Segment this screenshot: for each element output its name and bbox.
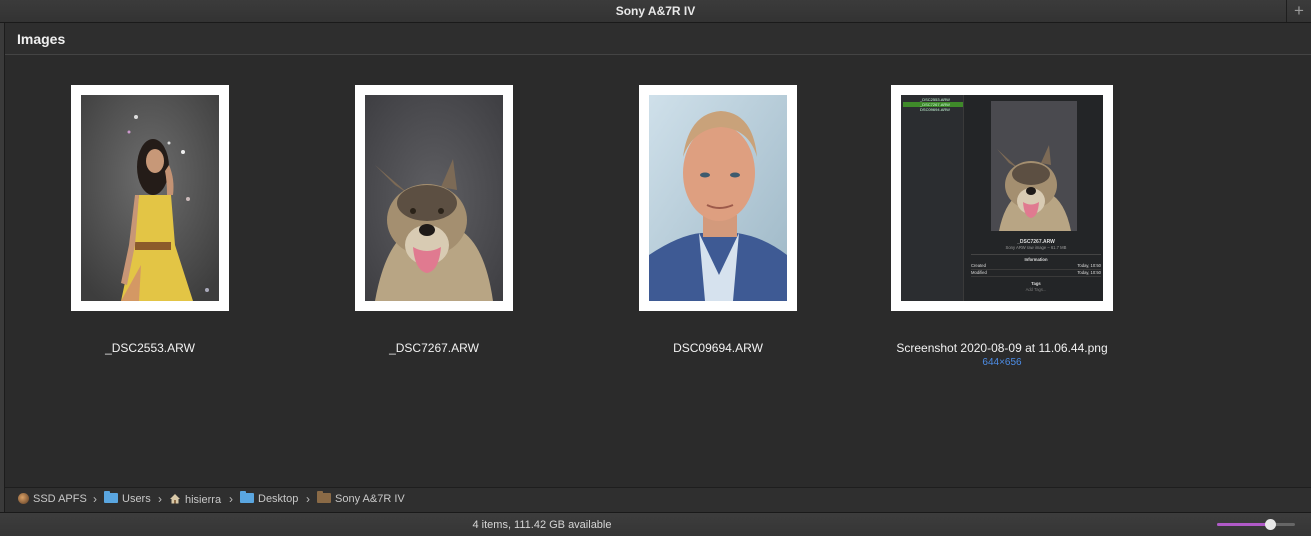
path-item-label: Users [122, 493, 151, 505]
screenshot-created-value: Today, 10:50 [1077, 263, 1101, 268]
thumbnail-frame[interactable] [355, 85, 513, 311]
path-item-desktop[interactable]: Desktop [240, 491, 299, 505]
item-filename[interactable]: _DSC7267.ARW [389, 341, 479, 355]
thumbnail-frame[interactable]: _DSC2553.ARW _DSC7267.ARW DSC09694.ARW _… [891, 85, 1113, 311]
screenshot-preview [991, 101, 1077, 231]
screenshot-subtitle: Sony ARW raw image – 61.7 MB [1005, 245, 1067, 250]
path-separator: › [306, 492, 310, 506]
path-separator: › [158, 492, 162, 506]
thumbnail-frame[interactable] [639, 85, 797, 311]
thumbnail-image: _DSC2553.ARW _DSC7267.ARW DSC09694.ARW _… [901, 95, 1103, 301]
path-item-ssd-apfs[interactable]: SSD APFS [18, 493, 87, 505]
screenshot-info: _DSC7267.ARW Sony ARW raw image – 61.7 M… [971, 239, 1101, 293]
folder-icon [240, 491, 254, 503]
zoom-slider[interactable] [1217, 519, 1295, 530]
path-bar: SSD APFS › Users › hisierra › Desktop › … [5, 487, 1311, 512]
zoom-slider-knob[interactable] [1265, 519, 1277, 530]
folder-icon [104, 491, 118, 503]
folder-icon [317, 491, 331, 503]
path-separator: › [229, 492, 233, 506]
screenshot-modified-value: Today, 10:50 [1077, 270, 1101, 275]
screenshot-modified-label: Modified [971, 270, 987, 275]
thumbnail-image [649, 95, 787, 301]
path-item-label: Sony A&7R IV [335, 493, 405, 505]
screenshot-info-header: Information [971, 254, 1101, 263]
screenshot-tags-placeholder: Add Tags... [1025, 287, 1047, 292]
path-item-sony-a7r-iv[interactable]: Sony A&7R IV [317, 491, 405, 505]
add-tab-button[interactable]: + [1286, 0, 1311, 22]
item-filename[interactable]: DSC09694.ARW [673, 341, 763, 355]
thumbnail-image [81, 95, 219, 301]
home-icon [169, 493, 181, 507]
path-separator: › [93, 492, 97, 506]
zoom-slider-fill [1217, 523, 1271, 526]
path-item-label: hisierra [185, 494, 222, 506]
status-bar: 4 items, 111.42 GB available [0, 512, 1311, 536]
icon-grid: _DSC2553.ARW _DSC7267.ARW DSC09694.ARW _… [5, 55, 1311, 487]
path-item-users[interactable]: Users [104, 491, 151, 505]
path-item-label: Desktop [258, 493, 299, 505]
section-title: Images [17, 31, 66, 47]
item-filename[interactable]: Screenshot 2020-08-09 at 11.06.44.png [896, 341, 1107, 355]
title-bar: Sony A&7R IV + [0, 0, 1311, 23]
window-title: Sony A&7R IV [615, 4, 696, 18]
item-filename[interactable]: _DSC2553.ARW [105, 341, 195, 355]
item-dimensions: 644×656 [982, 357, 1022, 368]
path-item-label: SSD APFS [33, 493, 87, 505]
screenshot-created-label: Created [971, 263, 986, 268]
thumbnail-image [365, 95, 503, 301]
status-text: 4 items, 111.42 GB available [472, 519, 612, 531]
thumbnail-frame[interactable] [71, 85, 229, 311]
disk-icon [18, 493, 29, 504]
screenshot-sidebar: _DSC2553.ARW _DSC7267.ARW DSC09694.ARW [901, 95, 964, 301]
screenshot-file-3: DSC09694.ARW [920, 107, 950, 112]
path-item-hisierra[interactable]: hisierra [169, 493, 221, 507]
section-header: Images [5, 23, 1311, 55]
